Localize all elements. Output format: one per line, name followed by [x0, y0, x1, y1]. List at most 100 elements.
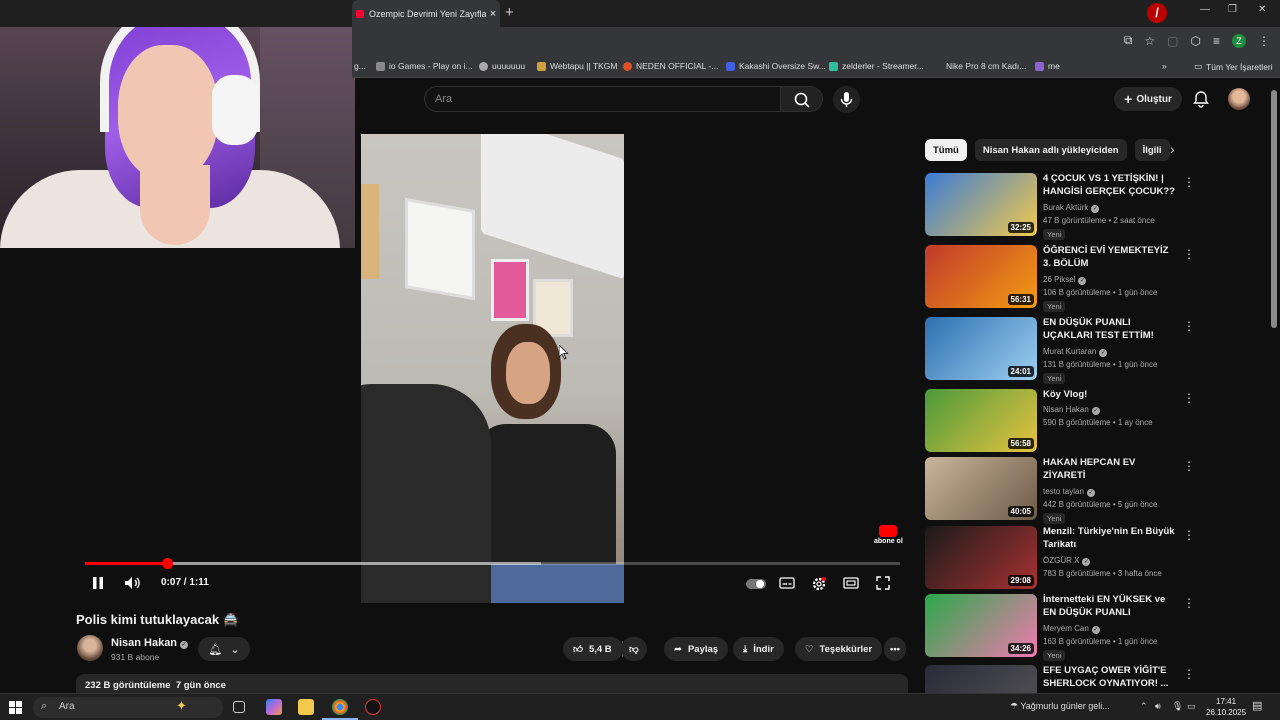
video-thumbnail[interactable]: 34:26 [925, 594, 1037, 657]
notifications-icon[interactable]: ▤ [1252, 699, 1262, 712]
network-icon[interactable]: ▭ [1187, 701, 1196, 712]
menu-icon[interactable]: ⋮ [1258, 34, 1270, 48]
recommendation-title[interactable]: 4 ÇOCUK VS 1 YETİŞKİN! | HANGİSİ GERÇEK … [1043, 173, 1175, 199]
more-vertical-icon[interactable]: ⋮ [1183, 391, 1195, 405]
more-vertical-icon[interactable]: ⋮ [1183, 528, 1195, 542]
youtube-user-avatar[interactable] [1228, 88, 1250, 110]
cast-icon[interactable]: ⧉ [1124, 33, 1133, 48]
search-button[interactable] [781, 86, 823, 112]
browser-tab-active[interactable]: Ozempic Devrimi Yeni Zayıflam × [352, 0, 500, 27]
video-thumbnail[interactable]: 24:01 [925, 317, 1037, 380]
bookmark-item[interactable]: g... [354, 61, 366, 71]
task-view-icon[interactable] [233, 701, 245, 713]
recommendation-channel[interactable]: ÖZGÜR X ✓ [1043, 556, 1091, 566]
bookmark-item[interactable]: Webtapu || TKGM [537, 61, 617, 71]
voice-search-button[interactable] [833, 86, 860, 113]
download-button[interactable]: ⤓ İndir [733, 637, 784, 661]
share-button[interactable]: ➦ Paylaş [664, 637, 729, 661]
more-vertical-icon[interactable]: ⋮ [1183, 319, 1195, 333]
theater-mode-icon[interactable] [843, 576, 859, 590]
notifications-bell-icon[interactable] [1192, 90, 1210, 108]
video-thumbnail[interactable]: 40:05 [925, 457, 1037, 520]
obs-icon[interactable] [365, 699, 381, 715]
bookmark-item[interactable]: io Games - Play on i... [376, 61, 473, 71]
recommendation-item[interactable]: 29:08 Menzil: Türkiye'nin En Büyük Tarika… [925, 526, 1195, 592]
bookmark-star-icon[interactable]: ☆ [1144, 34, 1155, 48]
more-vertical-icon[interactable]: ⋮ [1183, 596, 1195, 610]
fullscreen-icon[interactable] [876, 576, 890, 590]
recommendation-item[interactable]: 34:26 İnternetteki EN YÜKSEK ve EN DÜŞÜK … [925, 594, 1195, 661]
extensions-icon[interactable]: ⬡ [1191, 34, 1201, 48]
volume-icon[interactable] [124, 576, 142, 590]
video-thumbnail[interactable]: 29:08 [925, 526, 1037, 589]
recommendation-item[interactable]: 40:05 HAKAN HEPCAN EV ZİYARETİ testo tayla… [925, 457, 1195, 524]
chip-from-uploader[interactable]: Nisan Hakan adlı yükleyiciden [974, 139, 1127, 161]
recommendation-channel[interactable]: testo taylan ✓ [1043, 487, 1095, 497]
more-vertical-icon[interactable]: ⋮ [1183, 175, 1195, 189]
copilot-app-icon[interactable] [266, 699, 282, 715]
bookmark-item[interactable]: zelderler - Streamer... [829, 61, 924, 71]
subscribed-notifications-button[interactable]: 🔔︎ ⌄ [198, 637, 250, 661]
new-tab-button[interactable]: + [505, 4, 514, 21]
recommendation-title[interactable]: HAKAN HEPCAN EV ZİYARETİ [1043, 457, 1175, 482]
chip-related[interactable]: İlgili [1134, 139, 1170, 161]
taskbar-search-input[interactable]: Ara [33, 697, 223, 718]
recommendation-title[interactable]: Köy Vlog! [1043, 389, 1175, 402]
thanks-button[interactable]: ♡ Teşekkürler [795, 637, 883, 661]
like-button[interactable]: 👍︎ 5,4 B [563, 637, 623, 661]
subscribe-watermark[interactable]: abone ol [874, 525, 903, 546]
speaker-icon[interactable]: 🔊︎ [1155, 701, 1161, 712]
system-clock[interactable]: 17:41 26.10.2025 [1206, 696, 1246, 718]
channel-name[interactable]: Nisan Hakan ✓ [111, 637, 189, 649]
recommendation-channel[interactable]: 26 Piksel ✓ [1043, 275, 1087, 285]
video-thumbnail[interactable]: 56:58 [925, 389, 1037, 452]
video-progress-bar[interactable] [85, 558, 900, 569]
recommendation-title[interactable]: İnternetteki EN YÜKSEK ve EN DÜŞÜK PUANL… [1043, 594, 1175, 620]
bookmark-item[interactable]: Nike Pro 8 cm Kadı... [946, 61, 1026, 71]
subtitles-icon[interactable] [779, 576, 795, 590]
recommendation-item[interactable]: 32:25 4 ÇOCUK VS 1 YETİŞKİN! | HANGİSİ GE… [925, 173, 1195, 240]
all-bookmarks-folder[interactable]: ▭ Tüm Yer İşaretleri [1194, 61, 1273, 72]
recommendation-channel[interactable]: Nisan Hakan ✓ [1043, 405, 1100, 415]
windows-start-icon[interactable] [9, 701, 22, 714]
recommendation-channel[interactable]: Burak Aktürk ✓ [1043, 203, 1100, 213]
bookmark-item[interactable]: me [1035, 61, 1060, 71]
media-icon[interactable]: ≡ [1213, 34, 1220, 48]
recommendation-title[interactable]: ÖĞRENCİ EVİ YEMEKTEYİZ 3. BÖLÜM [1043, 245, 1175, 270]
dislike-button[interactable]: 👎︎ [621, 637, 647, 661]
tab-close-icon[interactable]: × [486, 8, 500, 20]
recommendation-title[interactable]: EFE UYGAÇ OWER YİĞİT'E SHERLOCK OYNATIYO… [1043, 665, 1175, 690]
more-vertical-icon[interactable]: ⋮ [1183, 247, 1195, 261]
create-button[interactable]: + Oluştur [1114, 87, 1182, 111]
pause-icon[interactable] [91, 576, 105, 590]
bookmark-item[interactable]: NEDEN OFFICIAL -... [623, 61, 718, 71]
more-actions-button[interactable]: ••• [884, 637, 906, 661]
recommendation-item[interactable]: 24:01 EN DÜŞÜK PUANLI UÇAKLARI TEST ETTİM… [925, 317, 1195, 384]
chrome-icon[interactable] [332, 699, 348, 715]
profile-avatar[interactable]: Z [1232, 33, 1246, 48]
more-vertical-icon[interactable]: ⋮ [1183, 667, 1195, 681]
bookmark-item[interactable]: uuuuuuu [479, 61, 525, 71]
sidebar-icon[interactable]: ▢ [1167, 34, 1178, 48]
file-explorer-icon[interactable] [298, 699, 314, 715]
tray-overflow-icon[interactable]: ⌃ [1140, 701, 1148, 712]
chip-all[interactable]: Tümü [925, 139, 967, 161]
settings-gear-icon[interactable] [811, 576, 827, 592]
copilot-sparkle-icon[interactable]: ✦ [176, 698, 187, 714]
video-thumbnail[interactable]: 32:25 [925, 173, 1037, 236]
recommendation-channel[interactable]: Murat Kurtaran ✓ [1043, 347, 1108, 357]
chevron-right-icon[interactable]: › [1170, 141, 1175, 157]
recommendation-channel[interactable]: Meryem Can ✓ [1043, 624, 1100, 634]
bookmark-item[interactable]: Kakashi Oversize Sw... [726, 61, 826, 71]
recommendation-item[interactable]: 56:31 ÖĞRENCİ EVİ YEMEKTEYİZ 3. BÖLÜM 26 P… [925, 245, 1195, 312]
close-window-icon[interactable]: ✕ [1258, 4, 1266, 15]
page-scrollbar[interactable] [1271, 90, 1277, 328]
minimize-icon[interactable]: — [1200, 4, 1210, 15]
autoplay-toggle[interactable] [746, 579, 766, 589]
restore-icon[interactable]: ❐ [1228, 4, 1237, 15]
recommendation-title[interactable]: Menzil: Türkiye'nin En Büyük Tarikatı [1043, 526, 1175, 551]
description-box[interactable]: 232 B görüntüleme 7 gün önce [76, 674, 908, 694]
youtube-search-input[interactable]: Ara [424, 86, 781, 112]
bookmarks-overflow-icon[interactable]: » [1162, 61, 1167, 71]
video-frame[interactable] [361, 134, 624, 603]
